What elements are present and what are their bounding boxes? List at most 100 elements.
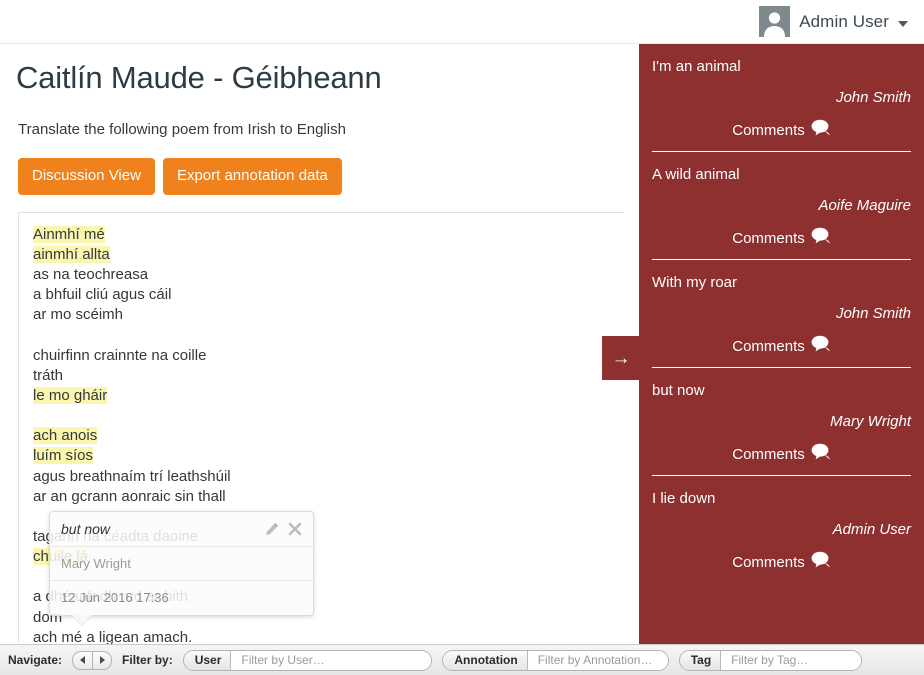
filter-tag-group: Tag [678, 649, 863, 671]
annotation-sidebar[interactable]: I'm an animal John Smith Comments A wild an… [639, 44, 924, 644]
comment-bubble-icon [811, 119, 831, 141]
user-name-label: Admin User [799, 11, 889, 31]
annotation-popup-quote: but now [61, 520, 111, 537]
top-bar: Admin User [0, 0, 924, 44]
poem-line: ar mo scéimh [33, 305, 610, 325]
pencil-icon[interactable] [265, 522, 279, 536]
poem-line: ar an gcrann aonraic sin thall [33, 487, 610, 507]
annotation-comments-button[interactable]: Comments [652, 227, 911, 249]
annotation-card[interactable]: but now Mary Wright Comments [652, 368, 911, 476]
arrow-right-icon: → [611, 347, 631, 369]
comment-bubble-icon [811, 335, 831, 357]
discussion-view-button[interactable]: Discussion View [18, 158, 155, 195]
poem-container[interactable]: Ainmhí mé ainmhí allta as na teochreasa a b… [18, 211, 624, 644]
poem-line-text: ar mo scéimh [33, 306, 124, 324]
poem-line: as na teochreasa [33, 265, 610, 285]
export-annotation-data-button[interactable]: Export annotation data [162, 158, 342, 195]
comment-bubble-icon [811, 443, 831, 465]
main-content: Caitlín Maude - Géibheann Translate the … [0, 44, 640, 644]
poem-line: luím síos [33, 446, 610, 466]
annotation-popup-pointer [72, 614, 92, 625]
arrow-left-icon [80, 656, 86, 664]
filter-annotation-input[interactable] [527, 650, 668, 670]
annotation-comments-button[interactable]: Comments [652, 551, 911, 573]
annotation-comments-button[interactable]: Comments [652, 335, 911, 357]
poem-line: ainmhí allta [33, 245, 610, 265]
annotation-comments-button[interactable]: Comments [652, 119, 911, 141]
annotation-card-text: A wild animal [652, 166, 740, 183]
annotation-card-text: I lie down [652, 490, 716, 507]
filter-user-input[interactable] [231, 650, 432, 670]
sidebar-toggle-button[interactable]: → [602, 336, 640, 380]
filter-annotation-tag: Annotation [443, 650, 528, 670]
navigate-label: Navigate: [8, 653, 63, 667]
annotation-popup[interactable]: but now Mary Wright 12 Jun 2016 17:36 [49, 510, 314, 625]
filter-user-tag: User [183, 650, 232, 670]
poem-line-text: ach mé a ligean amach. [33, 628, 193, 644]
annotation-comments-button[interactable]: Comments [652, 443, 911, 465]
poem-line: Ainmhí mé [33, 225, 610, 245]
annotation-card-author: Aoife Maguire [818, 197, 911, 214]
filter-user-group: User [182, 649, 433, 671]
navigate-prev-button[interactable] [72, 650, 93, 670]
annotation-popup-date: 12 Jun 2016 17:36 [61, 589, 169, 605]
filter-tag-tag: Tag [679, 650, 722, 670]
arrow-right-icon [99, 656, 105, 664]
close-icon[interactable] [288, 522, 302, 536]
poem-line-text: a bhfuil cliú agus cáil [33, 286, 172, 304]
annotation-comments-label: Comments [732, 445, 805, 463]
annotation-card-author: Mary Wright [830, 413, 911, 430]
annotated-text[interactable]: luím síos [33, 447, 94, 465]
annotation-popup-actions [265, 522, 302, 536]
poem-line: le mo gháir [33, 386, 610, 406]
annotated-text[interactable]: ach anois [33, 427, 98, 445]
poem-line-text: as na teochreasa [33, 265, 149, 283]
annotation-comments-label: Comments [732, 229, 805, 247]
poem-line: ach mé a ligean amach. [33, 628, 610, 644]
poem-line-text: tráth [33, 366, 64, 384]
annotation-popup-header: but now [50, 512, 313, 547]
annotation-card-author: Admin User [832, 521, 911, 538]
chevron-down-icon[interactable] [898, 20, 908, 27]
annotated-text[interactable]: ainmhí allta [33, 245, 110, 263]
annotation-comments-label: Comments [732, 337, 805, 355]
poem-line: tráth [33, 366, 610, 386]
annotation-popup-user: Mary Wright [50, 547, 313, 581]
annotated-text[interactable]: le mo gháir [33, 386, 108, 404]
annotation-comments-label: Comments [732, 121, 805, 139]
annotation-card-text: I'm an animal [652, 58, 741, 75]
annotation-card[interactable]: I'm an animal John Smith Comments [652, 44, 911, 152]
annotation-comments-label: Comments [732, 553, 805, 571]
annotation-card[interactable]: With my roar John Smith Comments [652, 260, 911, 368]
bottom-toolbar: Navigate: Filter by: User Annotation Tag [0, 644, 924, 675]
filter-annotation-group: Annotation [442, 649, 669, 671]
poem-blank-line [33, 326, 610, 346]
user-menu[interactable]: Admin User [759, 6, 924, 37]
poem-line-text: ar an gcrann aonraic sin thall [33, 487, 226, 505]
page-title: Caitlín Maude - Géibheann [16, 60, 382, 95]
action-button-row: Discussion View Export annotation data [16, 158, 624, 195]
annotation-app: Admin User Caitlín Maude - Géibheann Tra… [0, 0, 924, 675]
poem-line: chuirfinn crainnte na coille [33, 346, 610, 366]
navigate-buttons [72, 650, 113, 670]
annotation-card-text: With my roar [652, 274, 738, 291]
poem-line: a bhfuil cliú agus cáil [33, 285, 610, 305]
navigate-next-button[interactable] [92, 650, 113, 670]
annotation-card-author: John Smith [835, 305, 911, 322]
filter-by-label: Filter by: [122, 653, 173, 667]
instructions-text: Translate the following poem from Irish … [18, 121, 346, 138]
annotated-text[interactable]: Ainmhí mé [33, 225, 105, 243]
poem-line: ach anois [33, 426, 610, 446]
filter-tag-input[interactable] [721, 650, 862, 670]
comment-bubble-icon [811, 551, 831, 573]
poem-blank-line [33, 406, 610, 426]
annotation-card-author: John Smith [835, 89, 911, 106]
poem-line-text: chuirfinn crainnte na coille [33, 346, 207, 364]
comment-bubble-icon [811, 227, 831, 249]
annotation-card[interactable]: I lie down Admin User Comments [652, 476, 911, 583]
poem-line-text: agus breathnaím trí leathshúil [33, 467, 231, 485]
poem-line: agus breathnaím trí leathshúil [33, 467, 610, 487]
annotation-card[interactable]: A wild animal Aoife Maguire Comments [652, 152, 911, 260]
annotation-card-text: but now [652, 382, 705, 399]
user-avatar-icon [759, 6, 791, 37]
